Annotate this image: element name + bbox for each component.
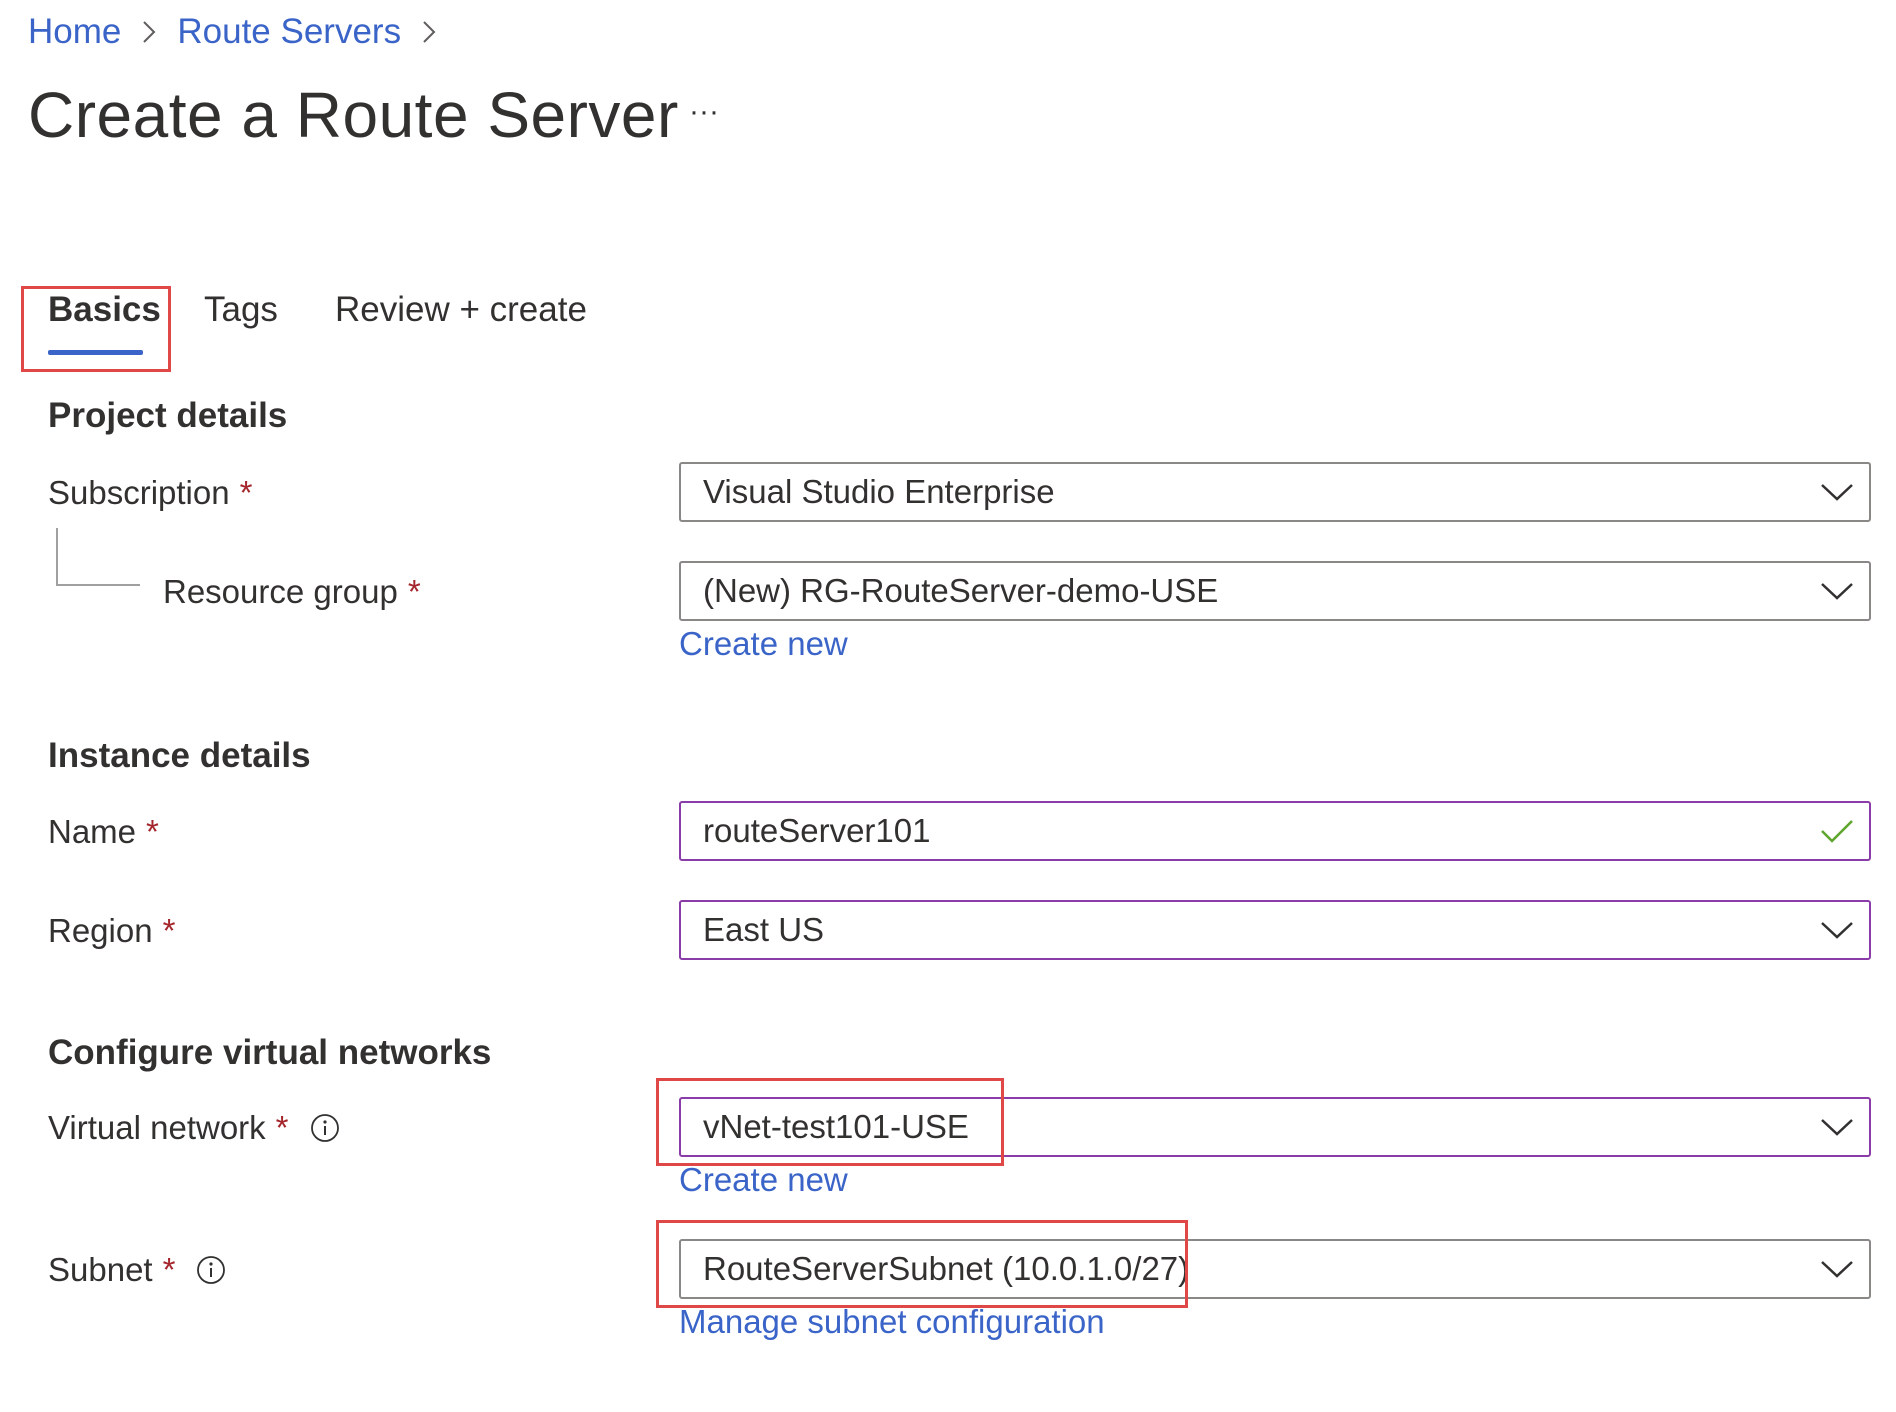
chevron-down-icon — [1805, 464, 1869, 520]
resource-group-label-text: Resource group — [163, 573, 398, 610]
virtual-network-dropdown[interactable]: vNet-test101-USE — [679, 1097, 1871, 1157]
chevron-right-icon — [121, 12, 177, 52]
manage-subnet-configuration-link[interactable]: Manage subnet configuration — [679, 1303, 1105, 1341]
chevron-down-icon — [1805, 563, 1869, 619]
tab-selected-indicator — [48, 350, 143, 355]
required-marker: * — [146, 813, 159, 850]
name-input[interactable]: routeServer101 — [679, 801, 1871, 861]
more-options-button[interactable]: ··· — [684, 92, 724, 132]
page-title: Create a Route Server — [28, 79, 679, 151]
required-marker: * — [275, 1109, 289, 1146]
resource-group-label: Resource group * — [163, 570, 421, 614]
region-value: East US — [703, 911, 825, 948]
resource-group-dropdown[interactable]: (New) RG-RouteServer-demo-USE — [679, 561, 1871, 621]
section-heading-project-details: Project details — [48, 396, 288, 435]
section-heading-instance-details: Instance details — [48, 736, 311, 775]
virtual-network-label-text: Virtual network — [48, 1109, 266, 1146]
resource-group-create-new-link[interactable]: Create new — [679, 625, 848, 663]
subnet-label-text: Subnet — [48, 1251, 153, 1288]
tab-basics[interactable]: Basics — [48, 290, 161, 346]
subnet-value: RouteServerSubnet (10.0.1.0/27) — [703, 1250, 1190, 1287]
info-icon[interactable] — [309, 1112, 341, 1144]
breadcrumb: Home Route Servers — [28, 12, 457, 52]
required-marker: * — [162, 912, 176, 949]
resource-group-value: (New) RG-RouteServer-demo-USE — [703, 572, 1219, 609]
subnet-dropdown[interactable]: RouteServerSubnet (10.0.1.0/27) — [679, 1239, 1871, 1299]
breadcrumb-route-servers-link[interactable]: Route Servers — [177, 12, 401, 52]
tab-bar: Basics Tags Review + create — [0, 280, 700, 360]
tab-tags[interactable]: Tags — [204, 290, 278, 346]
subscription-label-text: Subscription — [48, 474, 230, 511]
tree-connector — [56, 528, 140, 586]
info-icon[interactable] — [195, 1254, 227, 1286]
breadcrumb-home-link[interactable]: Home — [28, 12, 121, 52]
required-marker: * — [239, 474, 253, 511]
required-marker: * — [162, 1251, 176, 1288]
subscription-dropdown[interactable]: Visual Studio Enterprise — [679, 462, 1871, 522]
name-label-text: Name — [48, 813, 137, 850]
subnet-label: Subnet * — [48, 1248, 227, 1292]
name-value: routeServer101 — [703, 812, 931, 849]
region-label: Region * — [48, 909, 175, 953]
chevron-down-icon — [1805, 1099, 1869, 1155]
chevron-down-icon — [1805, 1241, 1869, 1297]
region-label-text: Region — [48, 912, 153, 949]
virtual-network-label: Virtual network * — [48, 1106, 341, 1150]
tab-review-create[interactable]: Review + create — [335, 290, 587, 346]
subscription-value: Visual Studio Enterprise — [703, 473, 1055, 510]
name-label: Name * — [48, 810, 159, 854]
section-heading-configure-virtual-networks: Configure virtual networks — [48, 1033, 492, 1072]
virtual-network-value: vNet-test101-USE — [703, 1108, 969, 1145]
chevron-down-icon — [1805, 902, 1869, 958]
chevron-right-icon — [401, 12, 457, 52]
checkmark-icon — [1805, 803, 1869, 859]
required-marker: * — [407, 573, 421, 610]
subscription-label: Subscription * — [48, 471, 252, 515]
region-dropdown[interactable]: East US — [679, 900, 1871, 960]
virtual-network-create-new-link[interactable]: Create new — [679, 1161, 848, 1199]
